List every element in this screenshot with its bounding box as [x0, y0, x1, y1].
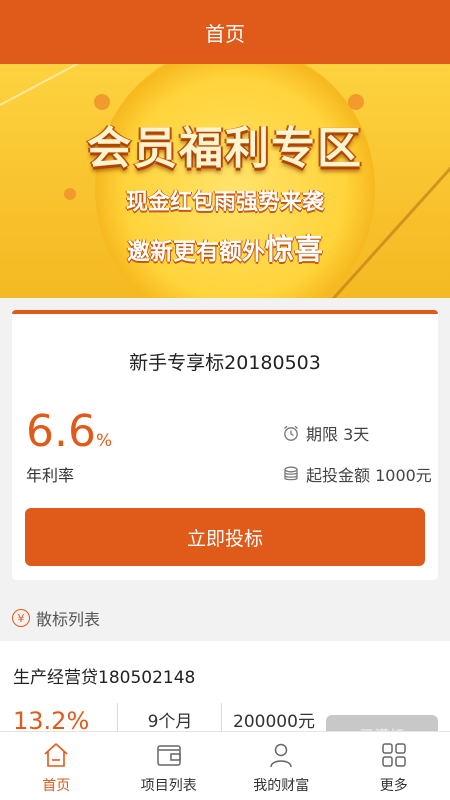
- annual-rate-unit: %: [95, 431, 113, 451]
- term-text: 期限 3天: [306, 425, 370, 444]
- tab-more[interactable]: 更多: [338, 732, 450, 800]
- loan-term: 9个月: [147, 712, 193, 732]
- featured-product-card[interactable]: 新手专享标20180503 6.6% 年利率 期限 3天 起投金额 1000元 …: [12, 310, 438, 580]
- yuan-icon: ¥: [12, 609, 30, 627]
- section-title: 散标列表: [36, 610, 101, 629]
- tab-my-wealth[interactable]: 我的财富: [225, 732, 338, 800]
- term-info: 期限 3天: [282, 421, 369, 445]
- tab-project-list-label: 项目列表: [140, 778, 197, 794]
- user-icon: [270, 743, 292, 768]
- tab-more-label: 更多: [379, 778, 408, 794]
- tab-project-list[interactable]: 项目列表: [113, 732, 226, 800]
- page-title: 首页: [205, 21, 245, 46]
- banner-subtitle: 现金红包雨强势来袭: [125, 190, 324, 215]
- page-header: 首页: [0, 0, 450, 64]
- bottom-tab-bar: 首页 项目列表 我的财富 更多: [0, 731, 450, 800]
- promo-banner[interactable]: 会员福利专区 现金红包雨强势来袭 邀新更有额外惊喜: [0, 64, 450, 298]
- tab-home-label: 首页: [42, 778, 71, 794]
- annual-rate-value: 6.6: [26, 406, 96, 457]
- min-invest-info: 起投金额 1000元: [282, 462, 432, 486]
- product-name: 新手专享标20180503: [129, 352, 321, 374]
- min-invest-text: 起投金额 1000元: [306, 466, 432, 485]
- invest-now-button[interactable]: 立即投标: [25, 508, 425, 566]
- grid-icon: [382, 743, 406, 767]
- tab-my-wealth-label: 我的财富: [253, 778, 310, 794]
- loan-list-item[interactable]: 生产经营贷180502148 13.2% 9个月 200000元 已满标: [0, 641, 450, 755]
- annual-rate: 6.6%: [26, 406, 112, 457]
- coins-icon: [284, 466, 298, 481]
- wallet-icon: [157, 745, 181, 766]
- tab-home[interactable]: 首页: [0, 732, 113, 800]
- home-icon: [44, 743, 68, 767]
- banner-tagline: 邀新更有额外惊喜: [0, 226, 450, 268]
- banner-tagline-text: 邀新更有额外: [126, 239, 265, 265]
- section-header: ¥ 散标列表: [12, 606, 100, 630]
- banner-decor-dot: [94, 94, 110, 110]
- banner-decor-dot: [348, 94, 364, 110]
- loan-amount: 200000元: [233, 712, 315, 732]
- loan-name: 生产经营贷180502148: [13, 668, 196, 688]
- alarm-clock-icon: [284, 425, 298, 441]
- banner-tagline-emphasis: 惊喜: [264, 232, 323, 266]
- banner-title: 会员福利专区: [87, 123, 363, 174]
- annual-rate-label: 年利率: [26, 466, 75, 485]
